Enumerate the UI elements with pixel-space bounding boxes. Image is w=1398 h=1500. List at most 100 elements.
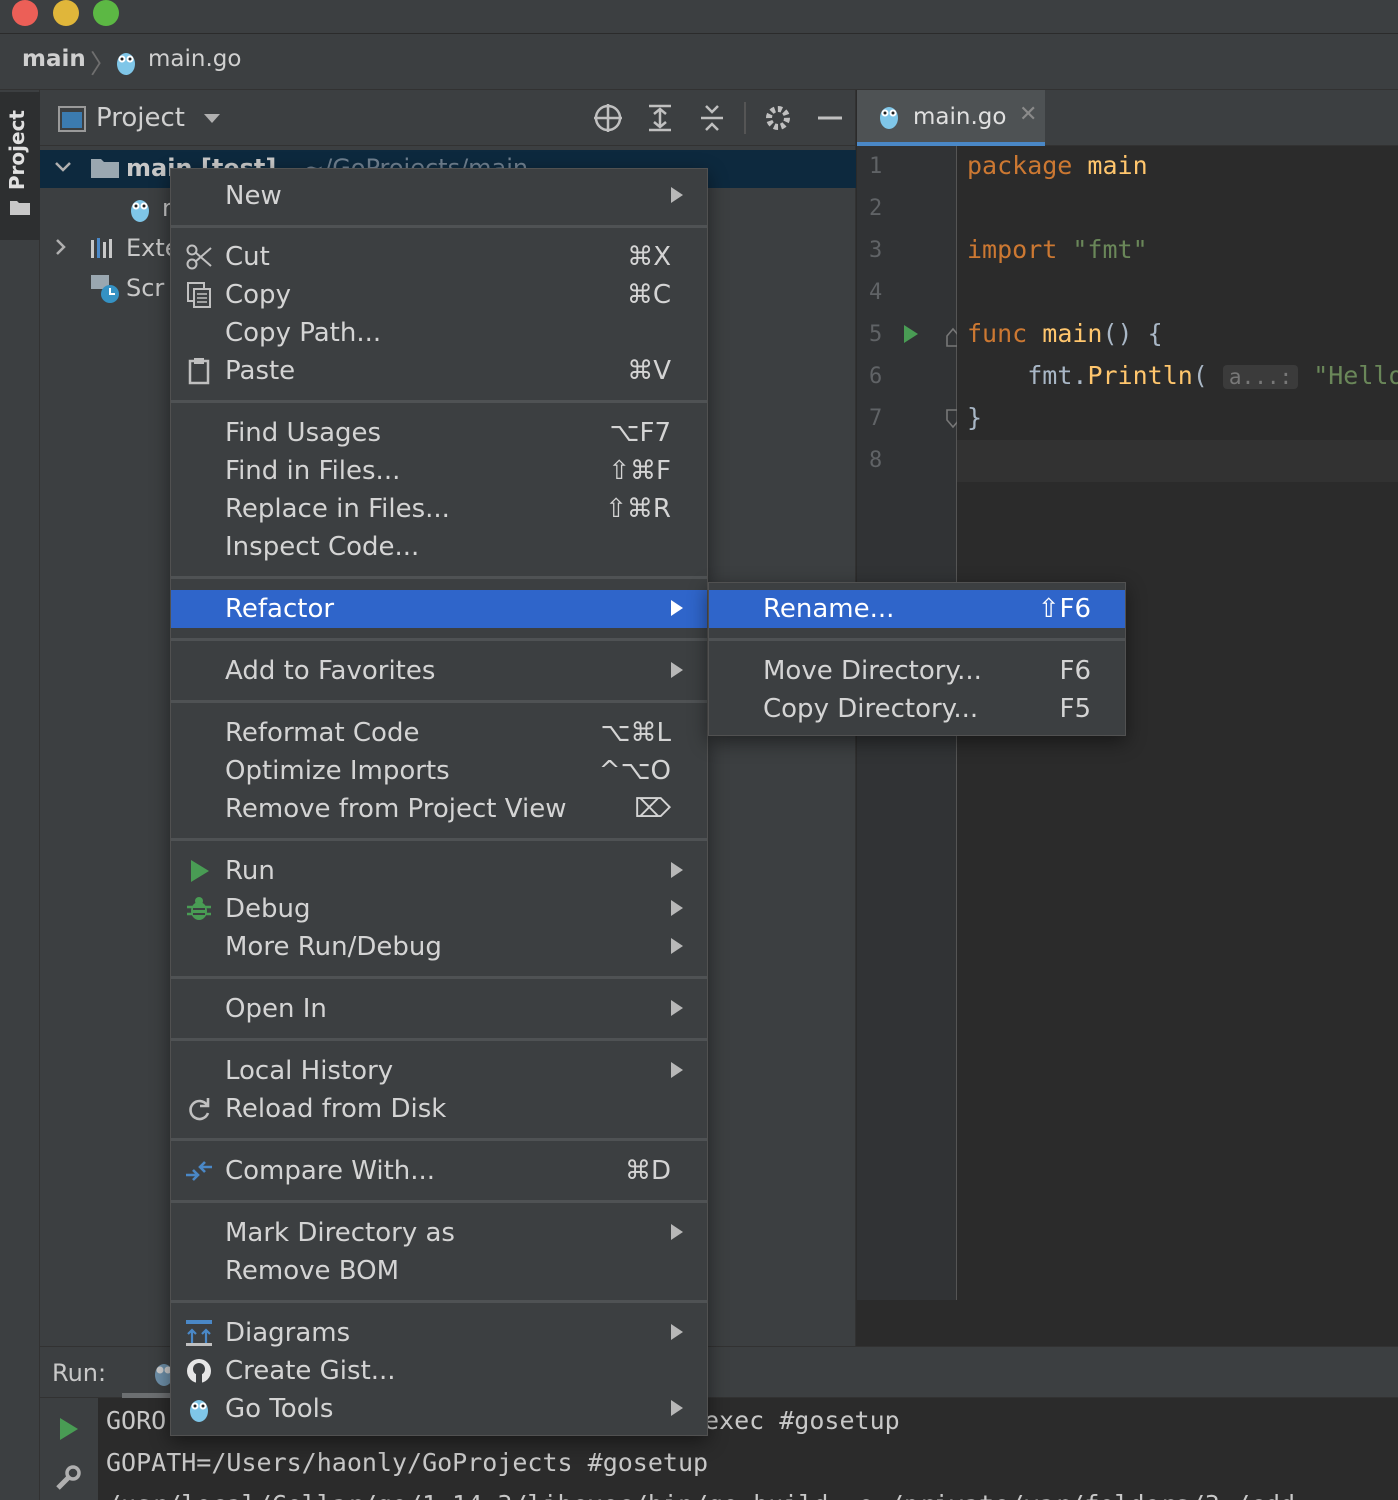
project-panel-header: Project — [40, 90, 856, 146]
copy-icon — [187, 282, 211, 308]
menu-item-replace-in-files[interactable]: Replace in Files... ⇧⌘R — [171, 490, 707, 528]
editor-tab-label: main.go — [913, 104, 1007, 130]
menu-item-reload-from-disk[interactable]: Reload from Disk — [171, 1090, 707, 1128]
submenu-arrow-icon — [671, 187, 683, 203]
bug-icon — [187, 897, 211, 920]
submenu-arrow-icon — [671, 600, 683, 616]
run-icon — [191, 860, 209, 882]
wrench-icon[interactable] — [54, 1464, 82, 1492]
editor-tab-main-go[interactable]: main.go ✕ — [857, 90, 1045, 146]
run-panel-label: Run: — [52, 1359, 107, 1387]
line-number: 7 — [869, 406, 883, 431]
menu-item-add-to-favorites[interactable]: Add to Favorites — [171, 652, 707, 690]
menu-item-cut[interactable]: Cut ⌘X — [171, 238, 707, 276]
menu-item-go-tools[interactable]: Go Tools — [171, 1390, 707, 1428]
menu-separator — [171, 976, 707, 979]
menu-separator — [171, 1138, 707, 1141]
menu-item-debug[interactable]: Debug — [171, 890, 707, 928]
menu-item-refactor[interactable]: Refactor — [171, 590, 707, 628]
line-number: 8 — [869, 448, 883, 473]
menu-item-copy-path[interactable]: Copy Path... — [171, 314, 707, 352]
menu-item-optimize-imports[interactable]: Optimize Imports ^⌥O — [171, 752, 707, 790]
console-line: exec #gosetup — [704, 1406, 900, 1435]
menu-item-run[interactable]: Run — [171, 852, 707, 890]
breadcrumb-file[interactable]: main.go — [148, 46, 241, 72]
menu-separator — [171, 400, 707, 403]
project-view-selector[interactable]: Project — [96, 103, 185, 133]
submenu-arrow-icon — [671, 862, 683, 878]
run-toolbar — [40, 1398, 98, 1500]
collapse-all-icon[interactable] — [696, 102, 728, 134]
menu-separator — [171, 700, 707, 703]
scratches-icon — [91, 275, 119, 303]
chevron-down-icon[interactable] — [204, 114, 220, 123]
project-view-icon — [58, 106, 86, 132]
submenu-arrow-icon — [671, 1324, 683, 1340]
tree-item-label: Scr — [126, 274, 165, 302]
code-line-7: } — [967, 403, 983, 432]
console-line: GORO — [106, 1406, 167, 1435]
menu-item-inspect-code[interactable]: Inspect Code... — [171, 528, 707, 566]
refactor-submenu: Rename... ⇧F6 Move Directory... F6 Copy Di… — [708, 582, 1126, 736]
folder-icon — [10, 201, 30, 215]
menu-item-reformat-code[interactable]: Reformat Code ⌥⌘L — [171, 714, 707, 752]
context-menu: New Cut ⌘X Copy ⌘C Copy Path... Paste ⌘V Fi… — [170, 168, 708, 1436]
rerun-icon[interactable] — [58, 1416, 80, 1442]
menu-item-remove-from-project-view[interactable]: Remove from Project View ⌦ — [171, 790, 707, 828]
menu-item-find-usages[interactable]: Find Usages ⌥F7 — [171, 414, 707, 452]
menu-item-remove-bom[interactable]: Remove BOM — [171, 1252, 707, 1290]
menu-item-mark-directory-as[interactable]: Mark Directory as — [171, 1214, 707, 1252]
toolbar-divider — [744, 102, 746, 134]
menu-item-more-run-debug[interactable]: More Run/Debug — [171, 928, 707, 966]
chevron-right-icon[interactable] — [54, 238, 68, 256]
navigation-bar: main 〉 main.go — [0, 34, 1398, 90]
menu-item-new[interactable]: New — [171, 177, 707, 215]
hide-panel-icon[interactable] — [814, 102, 846, 134]
gopher-icon — [880, 107, 898, 129]
diagram-icon — [186, 1320, 212, 1346]
breadcrumb-root[interactable]: main — [22, 46, 86, 72]
gear-icon[interactable] — [762, 102, 794, 134]
expand-all-icon[interactable] — [644, 102, 676, 134]
menu-item-paste[interactable]: Paste ⌘V — [171, 352, 707, 390]
line-number: 6 — [869, 364, 883, 389]
line-number: 5 — [869, 322, 883, 347]
library-icon — [91, 238, 112, 258]
zoom-window-button[interactable] — [93, 0, 119, 26]
submenu-arrow-icon — [671, 1062, 683, 1078]
submenu-arrow-icon — [671, 1000, 683, 1016]
gopher-icon — [190, 1400, 208, 1422]
menu-item-local-history[interactable]: Local History — [171, 1052, 707, 1090]
line-number: 4 — [869, 280, 883, 305]
tool-window-stripe: Project — [0, 90, 40, 1500]
menu-item-diagrams[interactable]: Diagrams — [171, 1314, 707, 1352]
line-number: 2 — [869, 196, 883, 221]
chevron-down-icon[interactable] — [54, 160, 72, 174]
compare-arrows-icon — [186, 1161, 212, 1181]
menu-item-open-in[interactable]: Open In — [171, 990, 707, 1028]
close-window-button[interactable] — [12, 0, 38, 26]
menu-item-create-gist[interactable]: Create Gist... — [171, 1352, 707, 1390]
submenu-arrow-icon — [671, 1400, 683, 1416]
submenu-arrow-icon — [671, 938, 683, 954]
run-gutter-icon[interactable] — [903, 324, 919, 344]
menu-item-find-in-files[interactable]: Find in Files... ⇧⌘F — [171, 452, 707, 490]
code-line-3: import "fmt" — [967, 235, 1148, 264]
breadcrumb-separator-icon: 〉 — [90, 50, 117, 80]
menu-item-compare-with[interactable]: Compare With... ⌘D — [171, 1152, 707, 1190]
line-number: 1 — [869, 154, 883, 179]
console-line: GOPATH=/Users/haonly/GoProjects #gosetup — [106, 1448, 709, 1477]
close-icon[interactable]: ✕ — [1019, 102, 1037, 127]
menu-item-copy[interactable]: Copy ⌘C — [171, 276, 707, 314]
menu-item-rename[interactable]: Rename... ⇧F6 — [709, 590, 1125, 628]
editor-tab-bar: main.go ✕ — [857, 90, 1398, 146]
minimize-window-button[interactable] — [53, 0, 79, 26]
menu-item-move-directory[interactable]: Move Directory... F6 — [709, 652, 1125, 690]
locate-icon[interactable] — [592, 102, 624, 134]
github-icon — [187, 1359, 211, 1383]
project-tool-window-tab[interactable]: Project — [0, 92, 40, 240]
refresh-icon — [189, 1098, 210, 1121]
parameter-hint: a...: — [1222, 365, 1299, 389]
menu-separator — [171, 576, 707, 579]
menu-item-copy-directory[interactable]: Copy Directory... F5 — [709, 690, 1125, 728]
